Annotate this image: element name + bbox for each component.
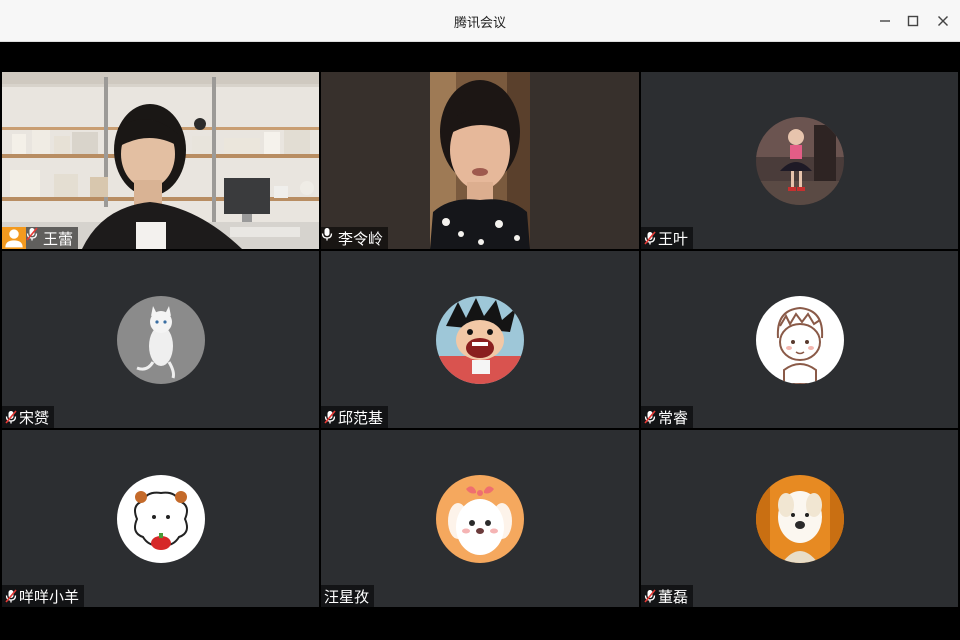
mic-muted-icon xyxy=(644,589,656,603)
mic-muted-icon xyxy=(644,410,656,424)
host-badge xyxy=(2,227,26,249)
participant-name-label: 咩咩小羊 xyxy=(2,585,85,607)
mic-muted-icon xyxy=(5,410,17,424)
participant-grid: 王蕾 李令岭 王叶 宋赟 邱范基 常睿 咩咩小羊 汪星孜 董磊 xyxy=(2,72,958,608)
minimize-icon xyxy=(880,20,890,22)
avatar xyxy=(755,116,844,205)
participant-name-label: 王蕾 xyxy=(26,227,79,249)
participant-tile[interactable]: 宋赟 xyxy=(2,251,319,428)
participant-name: 邱范基 xyxy=(338,408,384,427)
user-icon xyxy=(5,229,23,248)
participant-tile[interactable]: 王叶 xyxy=(641,72,958,249)
participant-name: 王蕾 xyxy=(43,229,74,248)
participant-name: 汪星孜 xyxy=(324,587,370,606)
avatar-image xyxy=(755,295,844,384)
participant-name: 宋赟 xyxy=(19,408,50,427)
mic-icon xyxy=(321,228,336,245)
meeting-window: 腾讯会议 王蕾 李令岭 王叶 宋赟 邱范基 常睿 咩咩小羊 汪星孜 董磊 xyxy=(0,0,960,640)
avatar xyxy=(436,295,524,384)
title-bar: 腾讯会议 xyxy=(0,0,960,42)
participant-tile[interactable]: 咩咩小羊 xyxy=(2,430,319,607)
avatar-image xyxy=(116,295,205,384)
participant-tile[interactable]: 董磊 xyxy=(641,430,958,607)
participant-name: 李令岭 xyxy=(338,229,384,248)
participant-name: 王叶 xyxy=(658,229,689,248)
minimize-button[interactable] xyxy=(872,8,898,34)
video-stage: 王蕾 李令岭 王叶 宋赟 邱范基 常睿 咩咩小羊 汪星孜 董磊 xyxy=(0,42,960,640)
mic-muted-icon xyxy=(26,227,41,245)
participant-name-label: 常睿 xyxy=(641,406,694,428)
participant-name-label: 宋赟 xyxy=(2,406,55,428)
avatar xyxy=(755,474,844,563)
participant-name-label: 王叶 xyxy=(641,227,694,249)
window-title: 腾讯会议 xyxy=(453,16,506,31)
avatar-image xyxy=(755,474,844,563)
avatar xyxy=(755,295,844,384)
avatar-image xyxy=(436,474,524,563)
mic-muted-icon xyxy=(644,231,656,245)
avatar-image xyxy=(755,116,844,205)
avatar xyxy=(116,295,205,384)
participant-name-label: 李令岭 xyxy=(321,227,389,249)
participant-tile[interactable]: 王蕾 xyxy=(2,72,319,249)
participant-name-label: 董磊 xyxy=(641,585,694,607)
participant-name: 咩咩小羊 xyxy=(19,587,80,606)
participant-tile-active-speaker[interactable]: 李令岭 xyxy=(321,72,639,249)
participant-video xyxy=(321,72,639,249)
participant-tile[interactable]: 常睿 xyxy=(641,251,958,428)
participant-name-label: 邱范基 xyxy=(321,406,389,428)
participant-tile[interactable]: 汪星孜 xyxy=(321,430,639,607)
mic-muted-icon xyxy=(324,410,336,424)
participant-tile[interactable]: 邱范基 xyxy=(321,251,639,428)
mic-muted-icon xyxy=(5,589,17,603)
maximize-button[interactable] xyxy=(900,8,926,34)
avatar-image xyxy=(436,295,524,384)
participant-name: 董磊 xyxy=(658,587,689,606)
participant-name-label: 汪星孜 xyxy=(321,585,375,607)
avatar-image xyxy=(116,474,205,563)
close-button[interactable] xyxy=(930,8,956,34)
participant-name: 常睿 xyxy=(658,408,689,427)
close-icon xyxy=(938,16,948,26)
avatar xyxy=(116,474,205,563)
maximize-icon xyxy=(907,15,919,27)
avatar xyxy=(436,474,524,563)
participant-video xyxy=(2,72,319,249)
